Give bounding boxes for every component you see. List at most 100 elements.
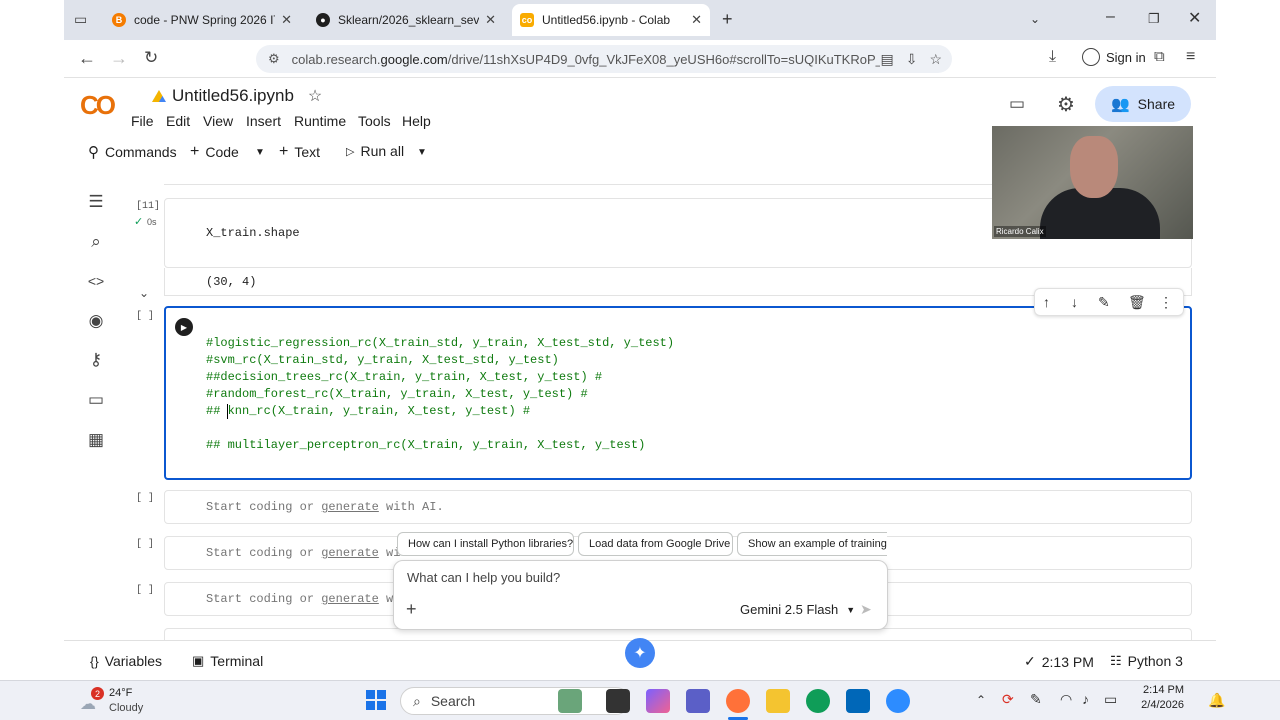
site-info-icon[interactable]: ⚙ — [268, 51, 280, 67]
taskbar-clock[interactable]: 2:14 PM 2/4/2026 — [1128, 684, 1184, 711]
menu-tools[interactable]: Tools — [358, 113, 391, 129]
star-icon[interactable]: ☆ — [308, 86, 322, 106]
collapse-chevron-icon[interactable]: ⌄ — [139, 286, 149, 300]
commands-button[interactable]: ⚲ Commands — [88, 143, 177, 161]
terminal-button[interactable]: ▣ Terminal — [192, 653, 263, 669]
close-icon[interactable]: ✕ — [485, 12, 496, 28]
file-explorer-icon[interactable] — [766, 689, 790, 713]
menu-insert[interactable]: Insert — [246, 113, 281, 129]
generate-link[interactable]: generate — [321, 500, 379, 514]
menu-view[interactable]: View — [203, 113, 233, 129]
back-icon[interactable]: ← — [78, 48, 96, 69]
zoom-icon[interactable] — [886, 689, 910, 713]
browser-menu-icon[interactable]: ≡ — [1186, 48, 1195, 66]
run-cell-icon[interactable]: ▶ — [175, 318, 193, 336]
copilot-icon[interactable] — [646, 689, 670, 713]
move-down-icon[interactable]: ↓ — [1071, 294, 1078, 310]
close-icon[interactable]: ✕ — [281, 12, 292, 28]
edit-pencil-icon[interactable]: ✎ — [1098, 294, 1110, 311]
code-snippets-icon[interactable]: <> — [86, 271, 106, 291]
plus-icon[interactable]: + — [406, 599, 417, 620]
minimize-icon[interactable]: – — [1106, 8, 1115, 26]
star-icon[interactable]: ☆ — [929, 51, 942, 68]
forward-icon[interactable]: → — [110, 48, 128, 69]
address-actions: ▤ ⇩ ☆ — [880, 51, 942, 68]
task-view-icon[interactable] — [606, 689, 630, 713]
colab-logo[interactable]: CO — [80, 90, 116, 121]
gemini-button[interactable]: ✦ — [625, 638, 655, 668]
new-tab-icon[interactable]: + — [722, 9, 733, 30]
tab-colab[interactable]: co Untitled56.ipynb - Colab ✕ — [512, 4, 710, 36]
store-icon[interactable] — [846, 689, 870, 713]
model-selector[interactable]: Gemini 2.5 Flash ▼ — [740, 602, 855, 617]
downloads-icon[interactable]: ⤓ — [1049, 48, 1056, 66]
restore-icon[interactable]: ❐ — [1148, 11, 1160, 27]
runtime-status[interactable]: ☷ Python 3 — [1110, 653, 1183, 669]
execution-status[interactable]: ✓ 2:13 PM — [1024, 653, 1094, 670]
tab-blogger[interactable]: B code - PNW Spring 2026 ITS 36 ✕ — [104, 6, 300, 34]
variables-button[interactable]: {} Variables — [90, 653, 162, 669]
menu-edit[interactable]: Edit — [166, 113, 190, 129]
code-line: #random_forest_rc(X_train, y_train, X_te… — [206, 387, 588, 401]
menu-runtime[interactable]: Runtime — [294, 113, 346, 129]
notifications-bell-icon[interactable]: 🔔 — [1208, 692, 1225, 709]
comment-icon[interactable]: ▭ — [1009, 94, 1025, 114]
generate-link[interactable]: generate — [321, 546, 379, 560]
add-code-button[interactable]: + Code — [190, 143, 239, 161]
address-bar[interactable]: ⚙ colab.research.google.com/drive/11shXs… — [256, 45, 952, 73]
close-icon[interactable]: ✕ — [691, 12, 702, 28]
tab-search-icon[interactable]: ⌄ — [1030, 12, 1040, 26]
secrets-eye-icon[interactable]: ◉ — [86, 311, 106, 331]
settings-icon[interactable]: ⚙ — [1057, 92, 1075, 117]
suggestion-chip[interactable]: How can I install Python libraries? — [397, 532, 574, 556]
generate-link[interactable]: generate — [321, 592, 379, 606]
show-hidden-icons-icon[interactable]: ⌃ — [976, 693, 986, 707]
teams-icon[interactable] — [686, 689, 710, 713]
terminal-icon: ▣ — [192, 653, 205, 668]
move-up-icon[interactable]: ↑ — [1043, 294, 1050, 310]
add-text-button[interactable]: + Text — [279, 143, 320, 161]
tab-github[interactable]: ● Sklearn/2026_sklearn_several_al ✕ — [308, 6, 504, 34]
menu-file[interactable]: File — [131, 113, 154, 129]
firefox-icon[interactable] — [726, 689, 750, 713]
more-options-icon[interactable]: ⋮ — [1159, 294, 1173, 311]
install-icon[interactable]: ⇩ — [906, 51, 918, 68]
share-button[interactable]: 👥 Share — [1095, 86, 1191, 122]
empty-code-cell[interactable]: Start coding or generate with AI. — [164, 490, 1192, 524]
folder-icon[interactable]: ▭ — [86, 390, 106, 410]
windows-start-icon[interactable] — [366, 690, 386, 710]
table-of-contents-icon[interactable]: ☰ — [86, 192, 106, 212]
notebook-name[interactable]: Untitled56.ipynb — [172, 86, 294, 106]
taskbar-search[interactable]: ⌕ Search — [400, 687, 630, 715]
reload-icon[interactable]: ↻ — [144, 48, 158, 68]
key-icon[interactable]: ⚷ — [86, 350, 106, 370]
delete-icon[interactable]: 🗑 — [1128, 294, 1146, 311]
weather-widget[interactable]: ☁ 2 24°F Cloudy — [80, 685, 170, 717]
chevron-down-icon[interactable]: ▼ — [255, 147, 265, 158]
chevron-down-icon[interactable]: ▼ — [417, 147, 427, 158]
code-cell-active[interactable]: ▶ #logistic_regression_rc(X_train_std, y… — [164, 306, 1192, 480]
table-icon[interactable]: ▦ — [86, 430, 106, 450]
suggestion-chip[interactable]: Show an example of training a — [737, 532, 887, 556]
send-icon[interactable]: ➤ — [860, 601, 872, 618]
check-icon: ✓ — [134, 216, 144, 228]
window-close-icon[interactable]: ✕ — [1188, 8, 1201, 28]
gemini-prompt-input[interactable]: What can I help you build? — [407, 570, 560, 585]
cell-placeholder: Start coding or generate wi — [206, 592, 401, 606]
menu-help[interactable]: Help — [402, 113, 431, 129]
suggestion-chip[interactable]: Load data from Google Drive — [578, 532, 733, 556]
sync-icon[interactable]: ⟳ — [1002, 691, 1014, 708]
wifi-icon[interactable]: ◠ — [1060, 691, 1072, 708]
tab-groups-icon[interactable]: ▭ — [74, 11, 87, 28]
find-icon[interactable]: ⌕ — [86, 232, 106, 252]
people-icon: 👥 — [1110, 96, 1130, 113]
code-text[interactable]: X_train.shape — [206, 226, 300, 240]
volume-icon[interactable]: ♪ — [1082, 691, 1089, 707]
run-all-button[interactable]: ▷ Run all — [346, 143, 404, 159]
battery-icon[interactable]: ▭ — [1104, 691, 1117, 708]
pen-icon[interactable]: ✎ — [1030, 691, 1042, 708]
edge-icon[interactable] — [806, 689, 830, 713]
reader-icon[interactable]: ▤ — [880, 51, 893, 68]
sign-in-button[interactable]: Sign in — [1082, 48, 1146, 66]
extensions-icon[interactable]: ⧉ — [1154, 48, 1165, 65]
